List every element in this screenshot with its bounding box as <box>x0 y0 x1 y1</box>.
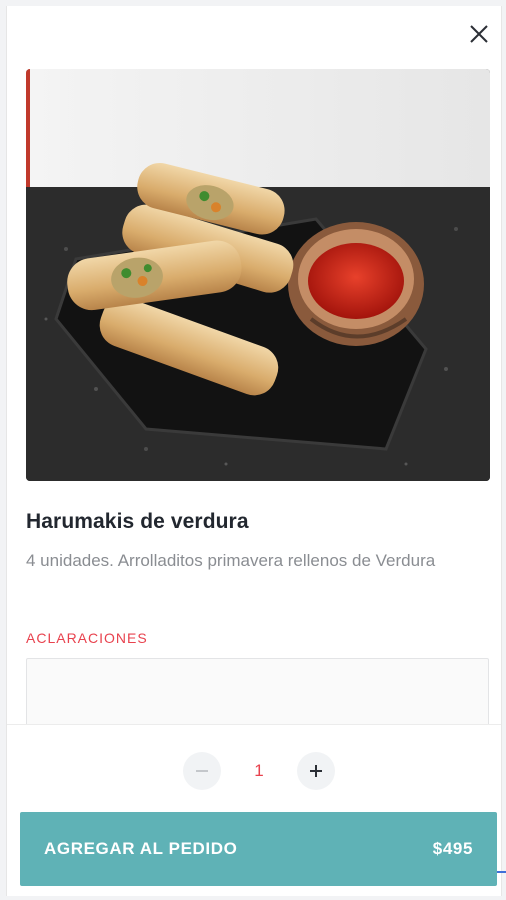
add-to-order-button[interactable]: AGREGAR AL PEDIDO $495 <box>20 812 497 886</box>
edge-indicator <box>497 871 506 873</box>
quantity-value: 1 <box>254 761 264 780</box>
product-title: Harumakis de verdura <box>26 510 249 533</box>
order-footer: 1 AGREGAR AL PEDIDO $495 <box>7 724 501 896</box>
close-button[interactable] <box>465 20 493 48</box>
plus-icon <box>310 765 322 777</box>
add-to-order-label: AGREGAR AL PEDIDO <box>44 839 238 858</box>
minus-icon <box>196 770 208 772</box>
add-to-order-price: $495 <box>432 839 473 858</box>
notes-label: ACLARACIONES <box>26 630 148 646</box>
page: Harumakis de verdura 4 unidades. Arrolla… <box>0 0 506 900</box>
product-modal: Harumakis de verdura 4 unidades. Arrolla… <box>6 6 502 896</box>
product-photo-illustration <box>26 69 490 481</box>
close-icon <box>470 25 488 43</box>
product-description: 4 unidades. Arrolladitos primavera relle… <box>26 551 436 570</box>
increment-button[interactable] <box>297 752 335 790</box>
decrement-button[interactable] <box>183 752 221 790</box>
quantity-stepper: 1 <box>183 751 335 791</box>
product-image <box>26 69 490 481</box>
